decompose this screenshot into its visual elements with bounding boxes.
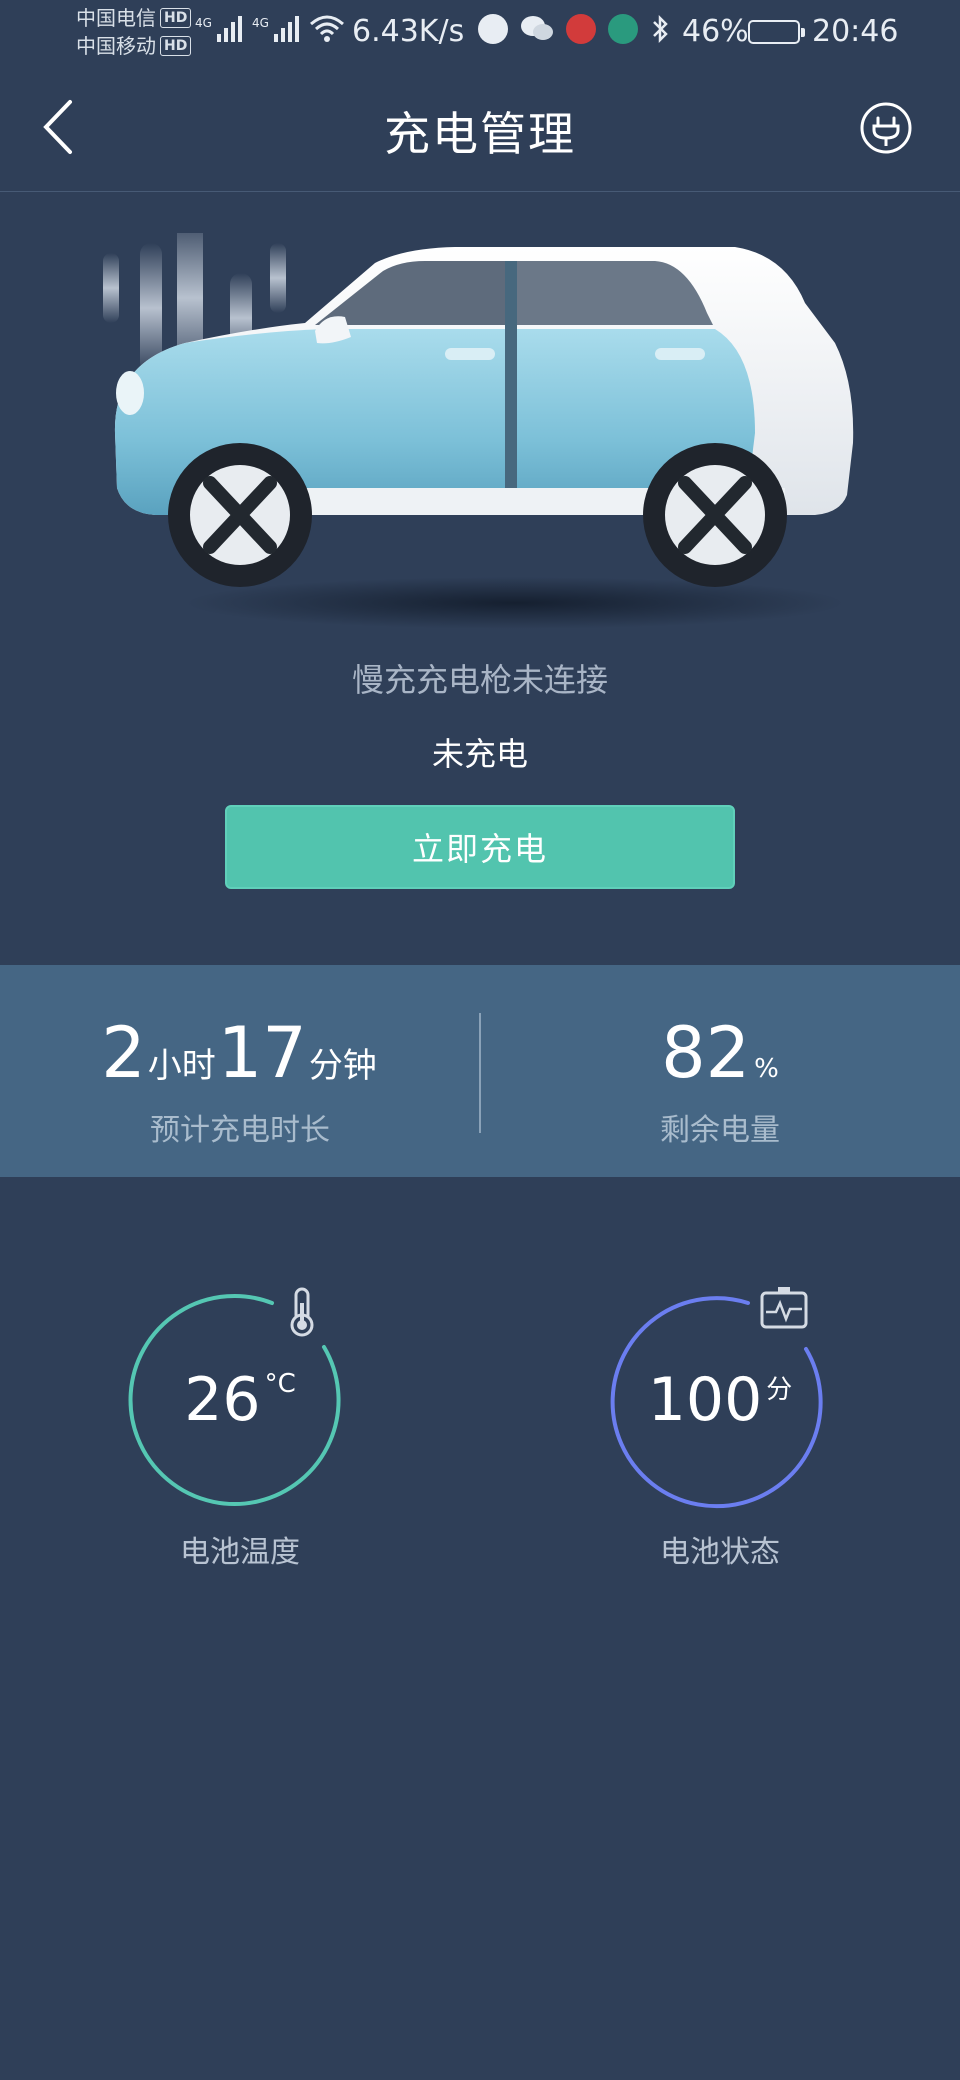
plug-icon <box>860 102 912 154</box>
network-type: 4G <box>251 16 269 30</box>
temperature-value-row: 26 °C <box>120 1365 360 1435</box>
charging-stats: 2 小时 17 分钟 预计充电时长 82 % 剩余电量 <box>0 965 960 1177</box>
clock: 20:46 <box>812 14 899 49</box>
status-bar: 中国电信 HD 中国移动 HD 4G 4G 6.43K/s 46% 20:46 <box>0 0 960 62</box>
signal-icons: 4G 4G <box>195 14 345 42</box>
battery-health-gauge: 100 分 电池状态 <box>600 1285 840 1585</box>
android-icon <box>608 14 638 44</box>
hours-value: 2 <box>101 1012 146 1094</box>
network-type: 4G <box>195 16 212 30</box>
remaining-label: 剩余电量 <box>660 1113 780 1148</box>
charge-management-screen: 中国电信 HD 中国移动 HD 4G 4G 6.43K/s 46% 20:46 … <box>0 0 960 2080</box>
battery-temperature-gauge: 26 °C 电池温度 <box>120 1285 360 1585</box>
battery-percent: 46% <box>682 14 749 49</box>
remaining-unit: % <box>754 1054 779 1084</box>
top-nav-bar: 充电管理 <box>0 62 960 192</box>
health-value: 100 <box>647 1365 763 1435</box>
carrier-info: 中国电信 HD 中国移动 HD <box>76 4 192 60</box>
health-label: 电池状态 <box>660 1535 780 1570</box>
signal-strength-icon: 4G <box>252 16 299 42</box>
carrier-1: 中国电信 <box>76 6 156 30</box>
wifi-icon <box>309 15 344 42</box>
charger-connection-status: 慢充充电枪未连接 <box>351 661 608 699</box>
charging-hero: 慢充充电枪未连接 未充电 立即充电 <box>0 193 960 963</box>
hours-unit: 小时 <box>147 1046 216 1086</box>
signal-strength-icon: 4G <box>195 16 242 42</box>
health-value-row: 100 分 <box>600 1365 840 1435</box>
car-illustration <box>103 233 854 629</box>
network-speed: 6.43K/s <box>352 14 465 49</box>
health-unit: 分 <box>766 1375 793 1405</box>
notification-icons <box>478 14 670 44</box>
temperature-unit: °C <box>264 1369 296 1399</box>
app-notification-icon <box>478 14 508 44</box>
minutes-value: 17 <box>217 1012 307 1094</box>
carrier-2: 中国移动 <box>76 34 156 58</box>
bluetooth-icon <box>653 14 668 44</box>
battery-pulse-icon <box>760 1287 808 1329</box>
hd-badge: HD <box>160 36 192 56</box>
thermometer-icon <box>290 1287 314 1337</box>
charging-state: 未充电 <box>431 735 528 773</box>
duration-value: 2 小时 17 分钟 <box>0 1013 480 1093</box>
charge-now-button[interactable]: 立即充电 <box>225 805 735 889</box>
temperature-value: 26 <box>184 1365 261 1435</box>
temperature-label: 电池温度 <box>180 1535 300 1570</box>
hd-badge: HD <box>160 8 192 28</box>
wechat-icon <box>521 16 553 40</box>
remaining-battery: 82 % 剩余电量 <box>480 965 960 1177</box>
estimated-duration: 2 小时 17 分钟 预计充电时长 <box>0 965 480 1177</box>
page-title: 充电管理 <box>384 107 576 161</box>
duration-label: 预计充电时长 <box>150 1113 330 1148</box>
charger-button[interactable] <box>858 100 914 156</box>
minutes-unit: 分钟 <box>308 1046 377 1086</box>
remaining-value: 82 <box>661 1012 751 1094</box>
remaining-value-row: 82 % <box>480 1013 960 1093</box>
battery-icon <box>748 20 805 44</box>
app-notification-icon <box>566 14 596 44</box>
